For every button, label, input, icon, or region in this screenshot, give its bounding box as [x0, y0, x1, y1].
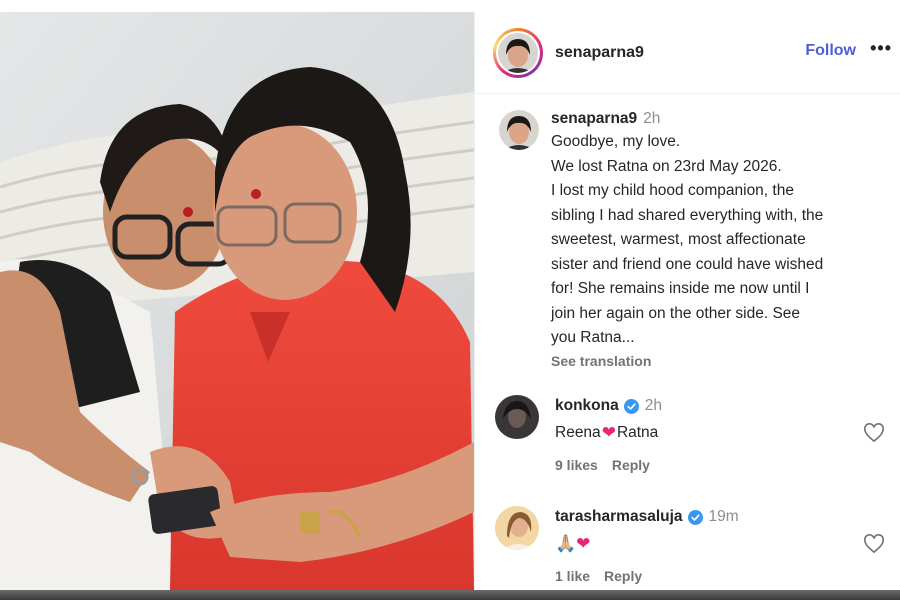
bottom-strip — [0, 590, 900, 600]
comment-meta: 1 like Reply — [555, 568, 642, 584]
caption-text: Goodbye, my love. We lost Ratna on 23rd … — [551, 130, 882, 351]
comment-likes-count[interactable]: 9 likes — [555, 457, 598, 473]
follow-button[interactable]: Follow — [805, 42, 856, 60]
post-author-username[interactable]: senaparna9 — [555, 44, 644, 62]
commenter-avatar[interactable] — [495, 506, 539, 550]
comment-likes-count[interactable]: 1 like — [555, 568, 590, 584]
caption-line: We lost Ratna on 23rd May 2026. — [551, 157, 782, 175]
caption-avatar — [499, 110, 539, 150]
like-heart-icon[interactable] — [863, 423, 885, 443]
comment-username-row: konkona 2h — [555, 397, 662, 415]
more-options-icon[interactable]: ••• — [870, 38, 892, 59]
reply-button[interactable]: Reply — [604, 568, 642, 584]
verified-badge-icon — [687, 509, 703, 525]
comment-text: Reena ❤ Ratna — [555, 423, 658, 443]
comment-item: konkona 2h Reena ❤ Ratna 9 likes Reply — [495, 395, 885, 485]
verified-badge-icon — [623, 398, 639, 414]
post-header: senaparna9 Follow ••• — [475, 12, 900, 94]
caption-line: I lost my child hood companion, the — [551, 182, 794, 199]
commenter-avatar[interactable] — [495, 395, 539, 439]
post-side-panel: senaparna9 Follow ••• senaparna9 2h Goodb… — [474, 12, 900, 590]
caption-line: sister and friend one could have wished — [551, 255, 824, 273]
caption-line: join her again on the other side. See — [551, 304, 801, 322]
like-heart-icon[interactable] — [863, 534, 885, 554]
comment-item: tarasharmasaluja 19m 🙏🏼❤ 1 like Reply — [495, 506, 885, 590]
post-caption: senaparna9 2h Goodbye, my love. We lost R… — [475, 94, 900, 369]
comment-username[interactable]: konkona — [555, 397, 619, 415]
caption-line: you Ratna... — [551, 329, 635, 346]
top-strip — [0, 0, 900, 12]
heart-emoji-icon: ❤ — [601, 423, 616, 442]
caption-line: Goodbye, my love. — [551, 133, 681, 150]
post-photo[interactable] — [0, 12, 474, 590]
comment-username-row: tarasharmasaluja 19m — [555, 508, 739, 526]
caption-line: sweetest, warmest, most affectionate — [551, 231, 806, 248]
praying-hands-heart-emoji-icon: 🙏🏼❤ — [555, 534, 591, 553]
comment-meta: 9 likes Reply — [555, 457, 650, 473]
caption-body: senaparna9 2h Goodbye, my love. We lost R… — [551, 110, 882, 369]
caption-timestamp: 2h — [643, 110, 661, 127]
story-ring[interactable] — [493, 27, 543, 78]
caption-line: for! She remains inside me now until I — [551, 280, 810, 297]
reply-button[interactable]: Reply — [612, 457, 650, 473]
comment-username[interactable]: tarasharmasaluja — [555, 508, 683, 526]
photo-illustration — [0, 12, 474, 590]
comment-text: 🙏🏼❤ — [555, 534, 590, 554]
comment-timestamp: 19m — [708, 508, 739, 525]
see-translation-link[interactable]: See translation — [551, 353, 882, 369]
comment-timestamp: 2h — [644, 397, 662, 414]
caption-avatar-wrap[interactable] — [499, 110, 539, 150]
caption-username[interactable]: senaparna9 — [551, 110, 637, 127]
comment-text-before: Reena — [555, 424, 601, 441]
caption-line: sibling I had shared everything with, th… — [551, 206, 824, 224]
profile-avatar — [498, 32, 538, 73]
comment-text-after: Ratna — [616, 424, 659, 441]
